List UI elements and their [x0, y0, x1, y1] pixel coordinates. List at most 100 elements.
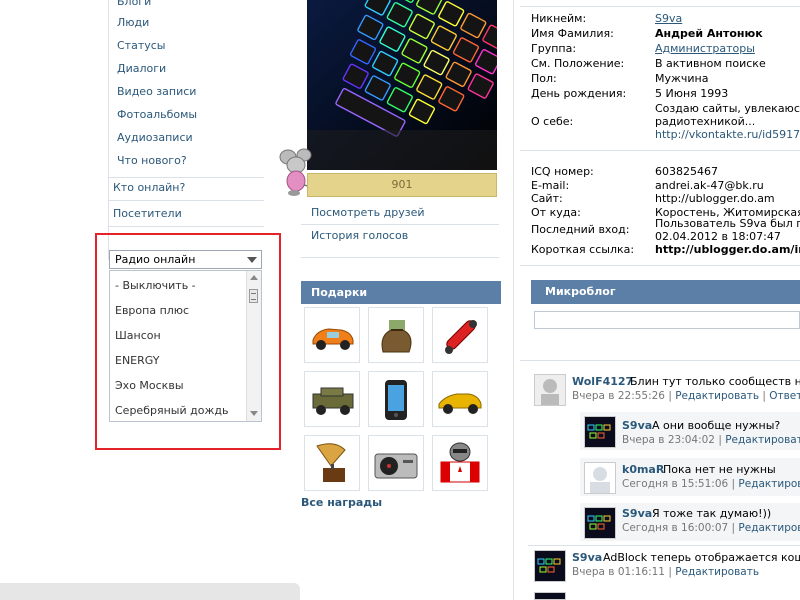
post-author[interactable]: WolF4127 — [572, 375, 633, 388]
avatar[interactable] — [534, 374, 566, 406]
scroll-down-icon[interactable] — [250, 411, 258, 416]
radio-option[interactable]: Серебряный дождь — [115, 403, 228, 419]
last-login-line2: 02.04.2012 в 18:07:47 — [655, 230, 781, 243]
divider — [520, 6, 800, 7]
post-author[interactable]: k0maR — [622, 463, 664, 476]
icq-value: 603825467 — [655, 165, 718, 178]
gift-humvee-icon[interactable] — [304, 371, 360, 427]
birthday-value: 5 Июня 1993 — [655, 87, 729, 100]
email-value: andrei.ak-47@bk.ru — [655, 179, 764, 192]
group-value[interactable]: Администраторы — [655, 42, 755, 55]
who-online-box[interactable]: Кто онлайн? — [109, 177, 264, 201]
post-meta: Сегодня в 15:51:06 | Редактировать — [622, 478, 800, 490]
post-author[interactable]: S9va — [622, 507, 652, 520]
menu-item-audio[interactable]: Аудиозаписи — [117, 130, 193, 146]
gift-gramophone-icon[interactable] — [304, 435, 360, 491]
divider — [520, 360, 800, 361]
about-link[interactable]: http://vkontakte.ru/id5917768 — [655, 128, 800, 141]
post-meta: Вчера в 01:16:11 | Редактировать — [572, 566, 760, 578]
rating-bar[interactable]: 901 — [307, 173, 497, 197]
group-label: Группа: — [531, 42, 577, 55]
post-time: Сегодня в 16:00:07 — [622, 522, 729, 534]
gift-raccoon-canada-flag-icon[interactable] — [432, 435, 488, 491]
radio-option[interactable]: - Выключить - — [115, 278, 196, 294]
post-meta: Вчера в 23:04:02 | Редактировать — [622, 434, 800, 446]
avatar[interactable] — [584, 507, 616, 539]
avatar[interactable] — [534, 550, 566, 582]
menu-item-photoalbums[interactable]: Фотоальбомы — [117, 107, 197, 123]
about-text-line2: радиотехникой... — [655, 115, 756, 128]
radio-option[interactable]: Европа плюс — [115, 303, 189, 319]
menu-item-statuses[interactable]: Статусы — [117, 38, 165, 54]
edit-link[interactable]: Редактировать — [738, 478, 800, 490]
gift-car-orange-icon[interactable] — [304, 307, 360, 363]
radio-options-list[interactable]: - Выключить - Европа плюс Шансон ENERGY … — [109, 270, 262, 422]
avatar[interactable] — [534, 592, 566, 600]
status-value: В активном поиске — [655, 57, 766, 70]
menu-item-blogs[interactable]: Блоги — [117, 0, 151, 10]
visitors-box[interactable]: Посетители — [109, 204, 264, 227]
divider — [301, 224, 499, 225]
status-label: См. Положение: — [531, 57, 625, 70]
profile-photo[interactable] — [307, 0, 497, 170]
edit-link[interactable]: Редактировать — [675, 566, 759, 578]
radio-option[interactable]: ENERGY — [115, 353, 159, 369]
edit-link[interactable]: Редактировать — [738, 522, 800, 534]
gift-dj-turntable-icon[interactable] — [368, 435, 424, 491]
gender-label: Пол: — [531, 72, 557, 85]
divider — [301, 257, 499, 258]
post-time: Вчера в 23:04:02 — [622, 434, 715, 446]
reply-link[interactable]: Ответить — [769, 390, 800, 402]
menu-item-dialogs[interactable]: Диалоги — [117, 61, 166, 77]
avatar[interactable] — [584, 462, 616, 494]
site-value[interactable]: http://ublogger.do.am — [655, 192, 775, 205]
left-menu: Блоги Люди Статусы Диалоги Видео записи … — [108, 0, 265, 260]
gift-mobile-phone-icon[interactable] — [368, 371, 424, 427]
site-label: Сайт: — [531, 192, 563, 205]
post-text: А они вообще нужны? — [652, 419, 781, 432]
post-author[interactable]: S9va — [622, 419, 652, 432]
post-meta: Сегодня в 16:00:07 | Редактировать — [622, 522, 800, 534]
last-login-line1: Пользователь S9va был посл — [655, 217, 800, 230]
menu-item-videos[interactable]: Видео записи — [117, 84, 196, 100]
edit-link[interactable]: Редактировать — [675, 390, 759, 402]
gift-money-bag-icon[interactable] — [368, 307, 424, 363]
chevron-down-icon[interactable] — [247, 257, 257, 263]
nickname-value[interactable]: S9va — [655, 12, 682, 25]
rating-value: 901 — [391, 178, 413, 191]
who-online-label: Кто онлайн? — [113, 181, 186, 194]
menu-item-people[interactable]: Люди — [117, 15, 149, 31]
view-friends-link[interactable]: Посмотреть друзей — [311, 206, 425, 219]
radio-select[interactable]: Радио онлайн — [109, 250, 262, 269]
last-login-label: Последний вход: — [531, 223, 630, 236]
microblog-header: Микроблог — [531, 280, 800, 304]
scroll-thumb[interactable] — [249, 289, 258, 303]
short-link-value[interactable]: http://ublogger.do.am/ind — [655, 243, 800, 256]
gender-value: Мужчина — [655, 72, 709, 85]
post-meta: Вчера в 22:55:26 | Редактировать | Ответ… — [572, 390, 800, 402]
post-time: Сегодня в 15:51:06 — [622, 478, 729, 490]
short-link-label: Короткая ссылка: — [531, 243, 635, 256]
radio-selected-value: Радио онлайн — [115, 253, 196, 266]
divider — [520, 150, 800, 151]
gifts-title: Подарки — [311, 286, 368, 299]
edit-link[interactable]: Редактировать — [725, 434, 800, 446]
microblog-input[interactable] — [534, 311, 800, 329]
gift-car-yellow-icon[interactable] — [432, 371, 488, 427]
icq-label: ICQ номер: — [531, 165, 594, 178]
menu-item-whats-new[interactable]: Что нового? — [117, 153, 187, 169]
post-text: Пока нет не нужны — [663, 463, 776, 476]
post-text: Блин тут только сообществ не хв — [630, 375, 800, 388]
post-author[interactable]: S9va — [572, 551, 602, 564]
all-awards-link[interactable]: Все награды — [301, 496, 382, 509]
gift-skateboard-icon[interactable] — [432, 307, 488, 363]
avatar[interactable] — [584, 416, 616, 448]
nickname-label: Никнейм: — [531, 12, 587, 25]
column-divider — [513, 0, 514, 600]
scroll-up-icon[interactable] — [250, 275, 258, 280]
vote-history-link[interactable]: История голосов — [311, 229, 408, 242]
radio-option[interactable]: Шансон — [115, 328, 161, 344]
post-text: Я тоже так думаю!)) — [652, 507, 772, 520]
radio-scrollbar[interactable] — [246, 271, 261, 421]
radio-option[interactable]: Эхо Москвы — [115, 378, 184, 394]
